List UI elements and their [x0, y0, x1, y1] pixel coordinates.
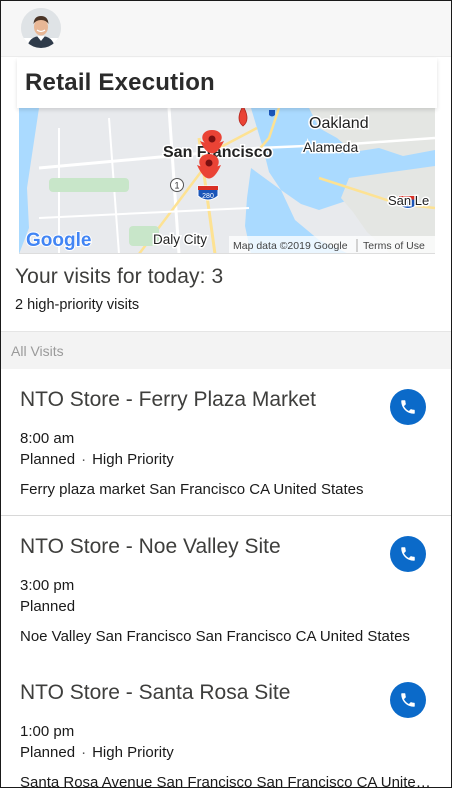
high-priority-count: 2 high-priority visits	[15, 297, 140, 313]
user-avatar[interactable]	[21, 8, 61, 48]
visit-name[interactable]: NTO Store - Noe Valley Site	[20, 535, 281, 559]
visit-time: 8:00 am	[20, 430, 75, 447]
map-label-san-leandro: San Le	[388, 193, 429, 208]
app-title-card: Retail Execution	[17, 58, 437, 108]
visit-address: Ferry plaza market San Francisco CA Unit…	[20, 481, 364, 498]
phone-icon	[401, 547, 415, 561]
status-separator: ·	[81, 451, 87, 468]
visit-status: Planned	[20, 744, 76, 761]
visits-map[interactable]: 1 280 Oakland Alameda San Francisco Daly…	[19, 108, 435, 254]
top-bar	[1, 1, 451, 57]
visits-summary: Your visits for today: 3 2 high-priority…	[15, 265, 223, 313]
visit-status-line: Planned · High Priority	[20, 744, 174, 761]
section-label: All Visits	[11, 343, 64, 359]
visit-address: Santa Rosa Avenue San Francisco San Fran…	[20, 774, 435, 788]
visit-priority: High Priority	[92, 451, 174, 468]
interstate-280-label: 280	[202, 193, 214, 200]
map-label-alameda: Alameda	[303, 139, 358, 155]
visit-time: 3:00 pm	[20, 577, 75, 594]
highway-1-label: 1	[174, 181, 179, 191]
google-logo: Google	[26, 230, 91, 251]
visit-status: Planned	[20, 598, 76, 615]
phone-icon	[401, 693, 415, 707]
all-visits-header: All Visits	[1, 331, 451, 369]
call-button[interactable]	[390, 536, 426, 572]
visit-priority: High Priority	[92, 744, 174, 761]
visit-time: 1:00 pm	[20, 723, 75, 740]
visit-card[interactable]: NTO Store - Santa Rosa Site 1:00 pm Plan…	[1, 662, 451, 788]
map-label-oakland: Oakland	[309, 115, 369, 132]
call-button[interactable]	[390, 389, 426, 425]
app-title: Retail Execution	[25, 69, 215, 96]
visit-name[interactable]: NTO Store - Santa Rosa Site	[20, 681, 290, 705]
visit-status-line: Planned	[20, 598, 75, 615]
map-canvas[interactable]: 1 280 Oakland Alameda San Francisco Daly…	[19, 108, 435, 254]
app-frame: Retail Execution 1 280 Oakland Alameda S…	[0, 0, 452, 788]
status-separator: ·	[81, 744, 87, 761]
phone-icon	[401, 400, 415, 414]
visit-address: Noe Valley San Francisco San Francisco C…	[20, 628, 410, 645]
map-label-daly-city: Daly City	[153, 232, 207, 247]
visit-status-line: Planned · High Priority	[20, 451, 174, 468]
visits-count: Your visits for today: 3	[15, 265, 224, 288]
map-attribution: Map data ©2019 Google	[233, 240, 348, 252]
visit-status: Planned	[20, 451, 76, 468]
visit-name[interactable]: NTO Store - Ferry Plaza Market	[20, 388, 316, 412]
avatar-icon	[21, 8, 61, 48]
map-terms-link[interactable]: Terms of Use	[363, 240, 425, 252]
visit-card[interactable]: NTO Store - Ferry Plaza Market 8:00 am P…	[1, 369, 451, 516]
call-button[interactable]	[390, 682, 426, 718]
visit-card[interactable]: NTO Store - Noe Valley Site 3:00 pm Plan…	[1, 516, 451, 663]
